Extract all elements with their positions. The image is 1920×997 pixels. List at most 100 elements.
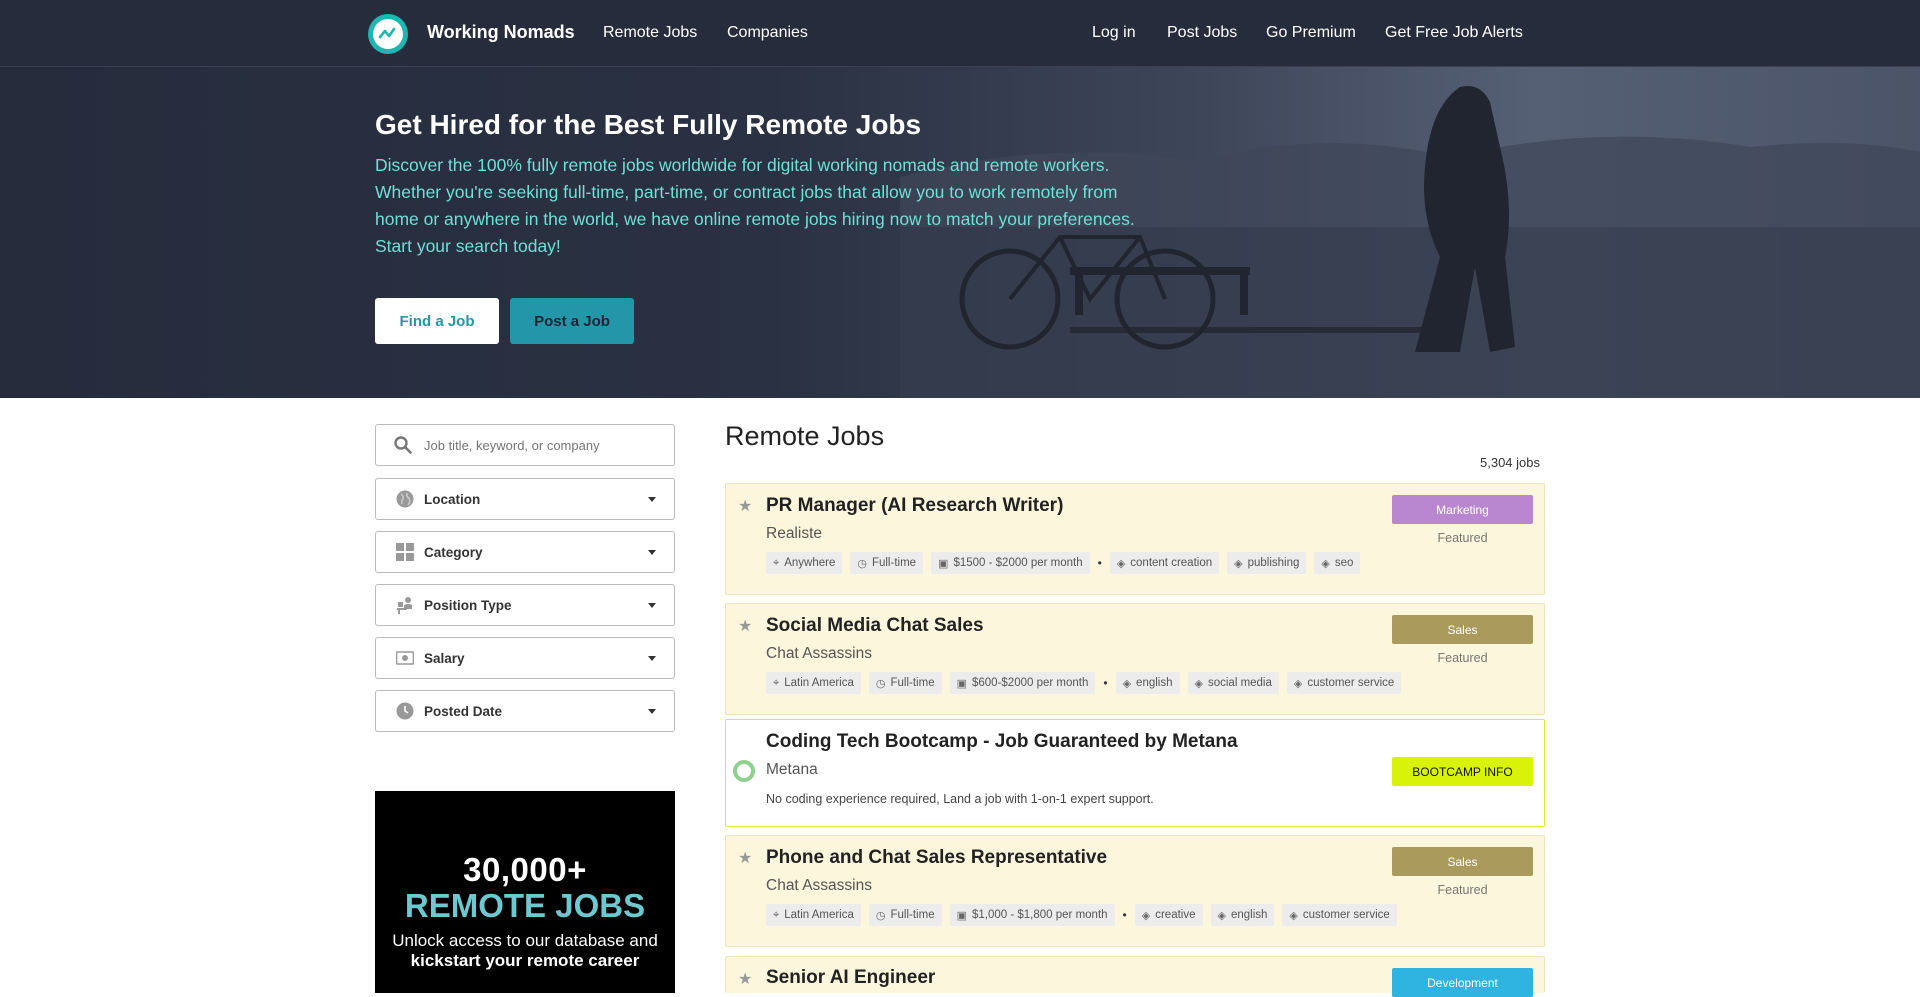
skill-tag[interactable]: ◈ customer service xyxy=(1282,904,1397,926)
ad-subtext: Unlock access to our database and xyxy=(392,931,658,950)
find-job-button[interactable]: Find a Job xyxy=(375,298,499,344)
metana-logo-icon xyxy=(733,760,755,782)
sponsored-card[interactable]: Coding Tech Bootcamp - Job Guaranteed by… xyxy=(725,719,1545,827)
chevron-down-icon xyxy=(648,656,656,661)
tag-icon: ◈ xyxy=(1194,677,1203,690)
search-input[interactable] xyxy=(424,437,664,453)
money-icon: ▣ xyxy=(938,557,949,570)
skill-tag[interactable]: ◈ english xyxy=(1210,904,1275,926)
clock-icon xyxy=(396,702,414,720)
premium-ad-banner[interactable]: 30,000+ REMOTE JOBS Unlock access to our… xyxy=(375,791,675,993)
nav-job-alerts[interactable]: Get Free Job Alerts xyxy=(1385,24,1523,42)
nav-login[interactable]: Log in xyxy=(1092,24,1136,42)
chevron-down-icon xyxy=(648,603,656,608)
job-title[interactable]: Social Media Chat Sales xyxy=(766,615,984,637)
job-title[interactable]: Phone and Chat Sales Representative xyxy=(766,847,1107,869)
job-tags: ⌖ Latin America ◷ Full-time ▣ $1,000 - $1,8… xyxy=(766,904,1405,926)
top-nav: Working Nomads Remote Jobs Companies Log… xyxy=(0,0,1920,67)
hero-banner: Get Hired for the Best Fully Remote Jobs… xyxy=(0,67,1920,398)
ad-headline-count: 30,000+ xyxy=(463,851,587,888)
tag-icon: ◈ xyxy=(1217,909,1226,922)
grid-icon xyxy=(396,543,414,561)
featured-label: Featured xyxy=(1437,651,1488,665)
skill-tag[interactable]: ◈ social media xyxy=(1187,672,1279,694)
brand-name[interactable]: Working Nomads xyxy=(427,22,575,43)
skill-tag[interactable]: ◈ english xyxy=(1115,672,1180,694)
job-tags: ⌖ Anywhere ◷ Full-time ▣ $1500 - $2000 per … xyxy=(766,552,1368,574)
bootcamp-info-button[interactable]: BOOTCAMP INFO xyxy=(1392,757,1533,786)
money-icon: ▣ xyxy=(956,677,967,690)
location-filter[interactable]: Location xyxy=(375,478,675,520)
position-type-filter[interactable]: Position Type xyxy=(375,584,675,626)
location-filter-label: Location xyxy=(424,491,481,507)
map-pin-icon: ⌖ xyxy=(773,908,780,921)
separator-dot: • xyxy=(1103,676,1108,690)
search-box[interactable] xyxy=(375,424,675,466)
logo-icon[interactable] xyxy=(368,14,408,54)
post-job-button[interactable]: Post a Job xyxy=(510,298,634,344)
category-badge[interactable]: Marketing xyxy=(1392,495,1533,524)
category-badge[interactable]: Sales xyxy=(1392,615,1533,644)
tag-icon: ◈ xyxy=(1116,557,1126,570)
money-icon: ▣ xyxy=(956,909,967,922)
star-icon[interactable]: ★ xyxy=(738,616,752,636)
job-card[interactable]: ★ Phone and Chat Sales Representative Ch… xyxy=(725,835,1545,947)
category-badge[interactable]: Sales xyxy=(1392,847,1533,876)
job-company: Metana xyxy=(766,761,818,778)
ad-headline-text: REMOTE JOBS xyxy=(404,887,646,924)
featured-label: Featured xyxy=(1437,883,1488,897)
job-title[interactable]: Senior AI Engineer xyxy=(766,967,935,989)
job-title[interactable]: Coding Tech Bootcamp - Job Guaranteed by… xyxy=(766,731,1238,753)
clock-icon: ◷ xyxy=(857,557,867,570)
skill-tag[interactable]: ◈ customer service xyxy=(1286,672,1402,694)
tag-icon: ◈ xyxy=(1293,677,1303,690)
posted-date-filter[interactable]: Posted Date xyxy=(375,690,675,732)
sponsored-description: No coding experience required, Land a jo… xyxy=(766,792,1154,806)
salary-filter[interactable]: Salary xyxy=(375,637,675,679)
hero-title: Get Hired for the Best Fully Remote Jobs xyxy=(375,109,922,140)
tag-icon: ◈ xyxy=(1141,909,1151,922)
tag-icon: ◈ xyxy=(1321,557,1330,570)
job-type-tag: ◷ Full-time xyxy=(868,904,942,926)
job-type-tag: ◷ Full-time xyxy=(868,672,942,694)
chevron-down-icon xyxy=(648,709,656,714)
posted-date-filter-label: Posted Date xyxy=(424,703,503,719)
person-desk-icon xyxy=(396,596,414,614)
separator-dot: • xyxy=(1097,556,1102,570)
nav-remote-jobs[interactable]: Remote Jobs xyxy=(603,24,697,42)
featured-label: Featured xyxy=(1437,531,1488,545)
chevron-down-icon xyxy=(648,550,656,555)
nav-go-premium[interactable]: Go Premium xyxy=(1266,24,1356,42)
job-title[interactable]: PR Manager (AI Research Writer) xyxy=(766,495,1063,517)
job-tags: ⌖ Latin America ◷ Full-time ▣ $600-$2000 pe… xyxy=(766,672,1409,694)
nav-post-jobs[interactable]: Post Jobs xyxy=(1167,24,1237,42)
location-tag: ⌖ Anywhere xyxy=(766,552,843,574)
salary-tag: ▣ $600-$2000 per month xyxy=(949,672,1096,694)
job-card[interactable]: ★ Social Media Chat Sales Chat Assassins… xyxy=(725,603,1545,715)
money-icon xyxy=(396,649,414,667)
separator-dot: • xyxy=(1122,908,1127,922)
clock-icon: ◷ xyxy=(875,909,886,922)
search-icon xyxy=(394,436,412,454)
nav-companies[interactable]: Companies xyxy=(727,24,808,42)
star-icon[interactable]: ★ xyxy=(738,496,752,516)
map-pin-icon: ⌖ xyxy=(773,556,780,569)
category-filter[interactable]: Category xyxy=(375,531,675,573)
star-icon[interactable]: ★ xyxy=(738,969,752,989)
skill-tag[interactable]: ◈ seo xyxy=(1314,552,1361,574)
skill-tag[interactable]: ◈ content creation xyxy=(1109,552,1220,574)
category-filter-label: Category xyxy=(424,544,483,560)
salary-tag: ▣ $1,000 - $1,800 per month xyxy=(949,904,1115,926)
star-icon[interactable]: ★ xyxy=(738,848,752,868)
map-pin-icon: ⌖ xyxy=(773,676,780,689)
job-card[interactable]: ★ Senior AI Engineer Development xyxy=(725,956,1545,997)
skill-tag[interactable]: ◈ creative xyxy=(1134,904,1203,926)
skill-tag[interactable]: ◈ publishing xyxy=(1227,552,1307,574)
hero-description: Discover the 100% fully remote jobs worl… xyxy=(375,155,1135,256)
clock-icon: ◷ xyxy=(875,677,886,690)
ad-subtext-bold: kickstart your remote career xyxy=(410,951,640,970)
job-company: Chat Assassins xyxy=(766,645,872,662)
salary-tag: ▣ $1500 - $2000 per month xyxy=(931,552,1090,574)
globe-icon xyxy=(396,490,414,508)
job-card[interactable]: ★ PR Manager (AI Research Writer) Realis… xyxy=(725,483,1545,595)
